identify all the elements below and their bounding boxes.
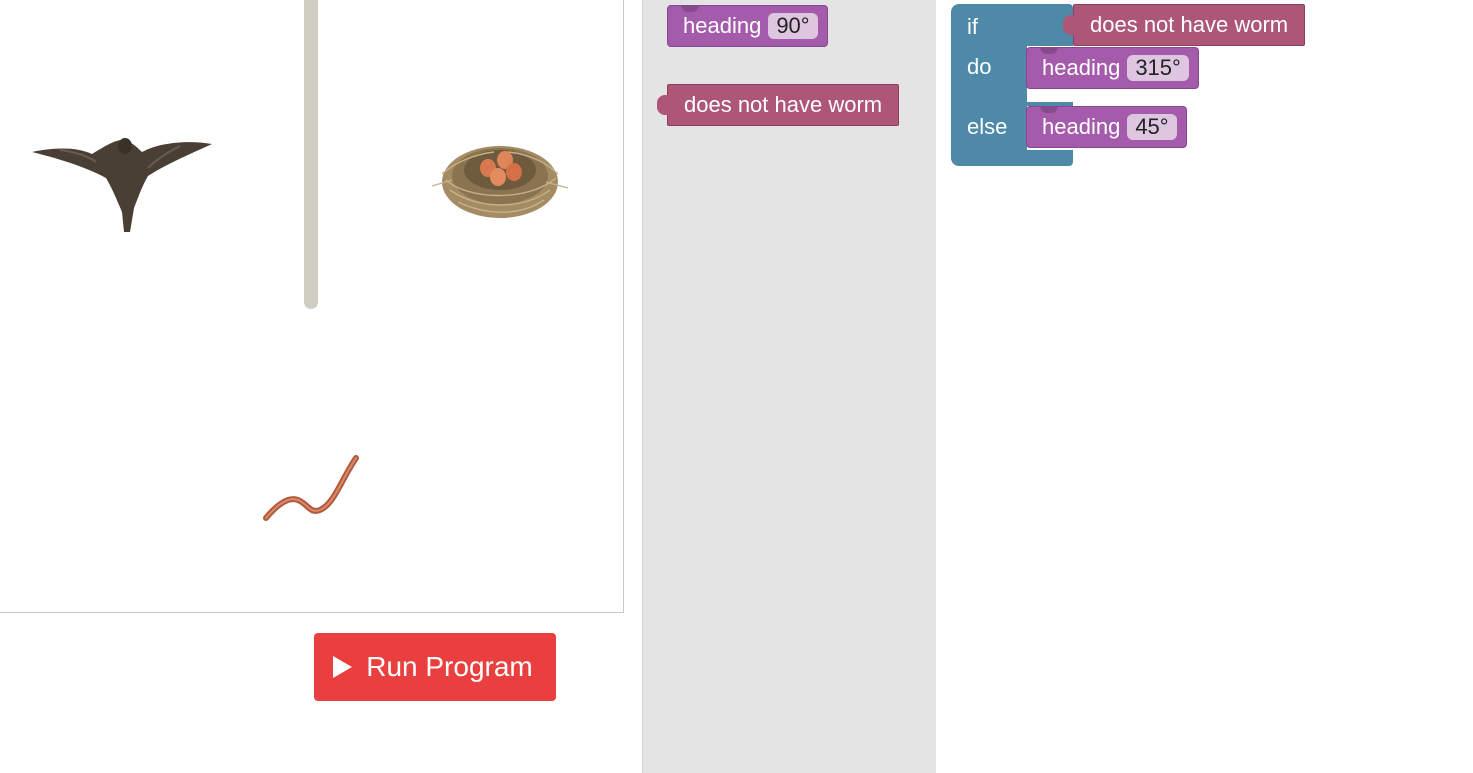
block-notch [1040, 47, 1058, 54]
play-icon [333, 656, 353, 678]
do-keyword: do [967, 54, 992, 79]
toolbox-condition-block[interactable]: does not have worm [657, 84, 900, 126]
block-connector-tab [657, 95, 671, 115]
heading-value-field[interactable]: 45° [1127, 114, 1177, 140]
run-program-label: Run Program [366, 651, 533, 682]
heading-keyword: heading [683, 13, 762, 38]
maze-wall [304, 0, 318, 309]
heading-value-field[interactable]: 315° [1127, 55, 1189, 81]
worm-icon [263, 455, 359, 521]
block-connector-tab [1063, 15, 1077, 35]
nest-icon [431, 146, 569, 218]
if-keyword: if [967, 14, 978, 39]
bird-icon [32, 138, 212, 232]
if-condition-block[interactable]: does not have worm [1063, 4, 1306, 46]
block-notch [681, 5, 699, 12]
heading-keyword: heading [1042, 55, 1121, 80]
do-heading-block[interactable]: heading 315° [1026, 47, 1199, 89]
heading-value-field[interactable]: 90° [768, 13, 818, 39]
condition-label: does not have worm [1090, 12, 1289, 37]
toolbox-heading-block[interactable]: heading 90° [667, 5, 828, 47]
condition-label: does not have worm [684, 92, 883, 117]
maze-display [0, 0, 624, 613]
else-keyword: else [967, 114, 1008, 139]
run-program-button[interactable]: Run Program [314, 633, 556, 701]
else-heading-block[interactable]: heading 45° [1026, 106, 1187, 148]
heading-keyword: heading [1042, 114, 1121, 139]
block-notch [1040, 106, 1058, 113]
